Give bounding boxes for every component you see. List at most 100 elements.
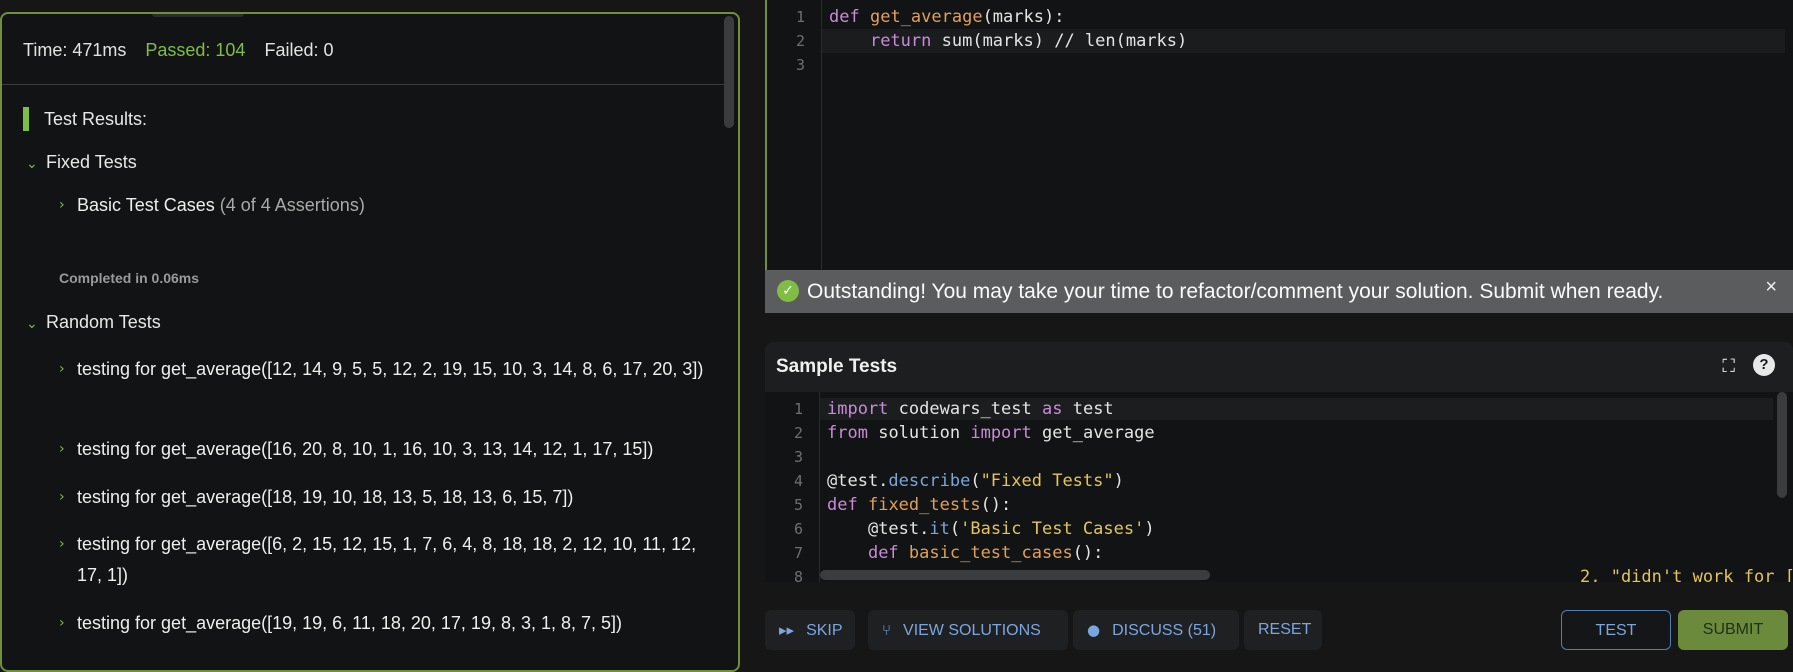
results-scrollbar[interactable] <box>724 16 734 128</box>
keyword: import <box>970 423 1032 443</box>
test-case-random-4[interactable]: › testing for get_average([6, 2, 15, 12,… <box>59 529 719 591</box>
test-case-random-2[interactable]: › testing for get_average([16, 20, 8, 10… <box>59 434 719 465</box>
test-case-label: testing for get_average([18, 19, 10, 18,… <box>77 487 574 507</box>
fast-forward-icon: ▸▸ <box>779 621 795 639</box>
code-text: get_average <box>1042 423 1155 443</box>
code-line: from solution import get_average <box>827 423 1155 443</box>
line-gutter: 1 2 3 4 5 6 7 8 <box>765 392 820 582</box>
passed-stat: Passed: 104 <box>145 40 246 60</box>
code-line: def fixed_tests(): <box>827 495 1011 515</box>
button-label: VIEW SOLUTIONS <box>903 622 1041 639</box>
chevron-right-icon: › <box>59 361 65 377</box>
chat-bubble-icon: ● <box>1087 621 1101 639</box>
solution-editor[interactable]: 1 2 3 def get_average(marks): return sum… <box>765 0 1793 270</box>
test-case-label: testing for get_average([16, 20, 8, 10, … <box>77 439 654 459</box>
method-name: it <box>929 519 950 539</box>
assertion-count: (4 of 4 Assertions) <box>219 195 365 215</box>
code-line: @test.describe("Fixed Tests") <box>827 471 1124 491</box>
test-case-label: testing for get_average([6, 2, 15, 12, 1… <box>77 534 697 585</box>
function-name: fixed_tests <box>867 495 981 515</box>
success-banner: ✓ Outstanding! You may take your time to… <box>765 270 1793 313</box>
code-text: solution <box>878 423 961 443</box>
code-text: codewars_test <box>898 399 1032 419</box>
chevron-right-icon: › <box>59 441 65 457</box>
test-results-panel: Time: 471ms Passed: 104 Failed: 0 Test R… <box>0 12 740 672</box>
check-circle-icon: ✓ <box>777 280 799 302</box>
test-case-random-5[interactable]: › testing for get_average([19, 19, 6, 11… <box>59 608 719 639</box>
discuss-button[interactable]: ● DISCUSS (51) <box>1073 610 1239 650</box>
sample-tests-scrollbar[interactable] <box>1777 392 1787 498</box>
line-number: 4 <box>793 472 803 490</box>
code-text: (): <box>1072 543 1104 563</box>
decorator: @test. <box>867 519 930 539</box>
submit-button[interactable]: SUBMIT <box>1678 610 1788 650</box>
code-text: ( <box>970 471 981 491</box>
code-line: def basic_test_cases(): <box>827 543 1103 563</box>
keyword: import <box>827 399 889 419</box>
chevron-right-icon: › <box>59 489 65 505</box>
chevron-right-icon: › <box>59 197 65 213</box>
button-label: SKIP <box>806 622 843 639</box>
reset-button[interactable]: RESET <box>1244 610 1322 650</box>
results-title: Test Results: <box>23 107 147 131</box>
failed-stat: Failed: 0 <box>264 40 334 60</box>
code-line: @test.it('Basic Test Cases') <box>827 519 1155 539</box>
panel-tab-stub <box>152 14 244 17</box>
keyword: def <box>867 543 899 563</box>
close-icon[interactable]: × <box>1765 276 1777 299</box>
string-literal: 'Basic Test Cases' <box>960 519 1145 539</box>
sample-tests-title: Sample Tests <box>776 356 898 377</box>
line-number: 7 <box>793 544 803 562</box>
sample-tests-header: Sample Tests ⛶ ? <box>765 342 1793 392</box>
view-solutions-button[interactable]: ⑂ VIEW SOLUTIONS <box>868 610 1068 650</box>
sample-tests-panel: Sample Tests ⛶ ? 1 2 3 4 5 6 7 8 import … <box>765 342 1793 582</box>
code-line: return sum(marks) // len(marks) <box>829 31 1187 51</box>
group-label: Fixed Tests <box>46 152 137 172</box>
line-number: 6 <box>793 520 803 538</box>
line-number: 8 <box>793 568 803 582</box>
line-number: 1 <box>795 8 805 26</box>
code-line: 2, "didn't work for [2, 2, 2, 2]") <box>1580 567 1793 582</box>
keyword: return <box>869 31 932 51</box>
line-number: 3 <box>793 448 803 466</box>
code-line: import codewars_test as test <box>827 399 1114 419</box>
function-name: basic_test_cases <box>908 543 1073 563</box>
test-button[interactable]: TEST <box>1561 610 1671 650</box>
button-label: TEST <box>1595 622 1637 639</box>
code-text: (marks): <box>982 7 1065 27</box>
button-label: RESET <box>1258 621 1312 638</box>
line-number: 2 <box>795 32 805 50</box>
keyword: from <box>827 423 868 443</box>
decorator: @test. <box>827 471 889 491</box>
sample-tests-editor[interactable]: 1 2 3 4 5 6 7 8 import codewars_test as … <box>765 392 1793 582</box>
line-number: 2 <box>793 424 803 442</box>
group-label: Random Tests <box>46 312 161 332</box>
test-case-label: Basic Test Cases <box>77 195 215 215</box>
chevron-down-icon: ⌄ <box>26 156 38 172</box>
code-text: ( <box>949 519 961 539</box>
group-random-tests[interactable]: ⌄ Random Tests <box>26 312 161 333</box>
code-text: ) <box>1144 519 1155 539</box>
method-name: describe <box>888 471 971 491</box>
keyword: def <box>827 495 858 515</box>
fork-icon: ⑂ <box>882 621 892 639</box>
group-fixed-tests[interactable]: ⌄ Fixed Tests <box>26 152 137 173</box>
skip-button[interactable]: ▸▸ SKIP <box>765 610 855 650</box>
code-text: sum(marks) // len(marks) <box>941 31 1188 51</box>
chevron-down-icon: ⌄ <box>26 316 38 332</box>
chevron-right-icon: › <box>59 615 65 631</box>
button-label: SUBMIT <box>1702 621 1764 638</box>
keyword: def <box>829 7 860 27</box>
code-line: def get_average(marks): <box>829 7 1064 27</box>
expand-icon[interactable]: ⛶ <box>1722 356 1735 377</box>
button-label: DISCUSS (51) <box>1112 622 1217 639</box>
code-text: (): <box>980 495 1012 515</box>
test-case-random-3[interactable]: › testing for get_average([18, 19, 10, 1… <box>59 482 719 513</box>
string-literal: "Fixed Tests" <box>980 471 1114 491</box>
line-number: 1 <box>793 400 803 418</box>
test-case-basic[interactable]: › Basic Test Cases (4 of 4 Assertions) <box>59 190 719 221</box>
test-case-random-1[interactable]: › testing for get_average([12, 14, 9, 5,… <box>59 354 719 385</box>
banner-message: Outstanding! You may take your time to r… <box>807 280 1664 303</box>
help-icon[interactable]: ? <box>1753 354 1775 376</box>
sample-tests-hscrollbar[interactable] <box>820 570 1210 580</box>
